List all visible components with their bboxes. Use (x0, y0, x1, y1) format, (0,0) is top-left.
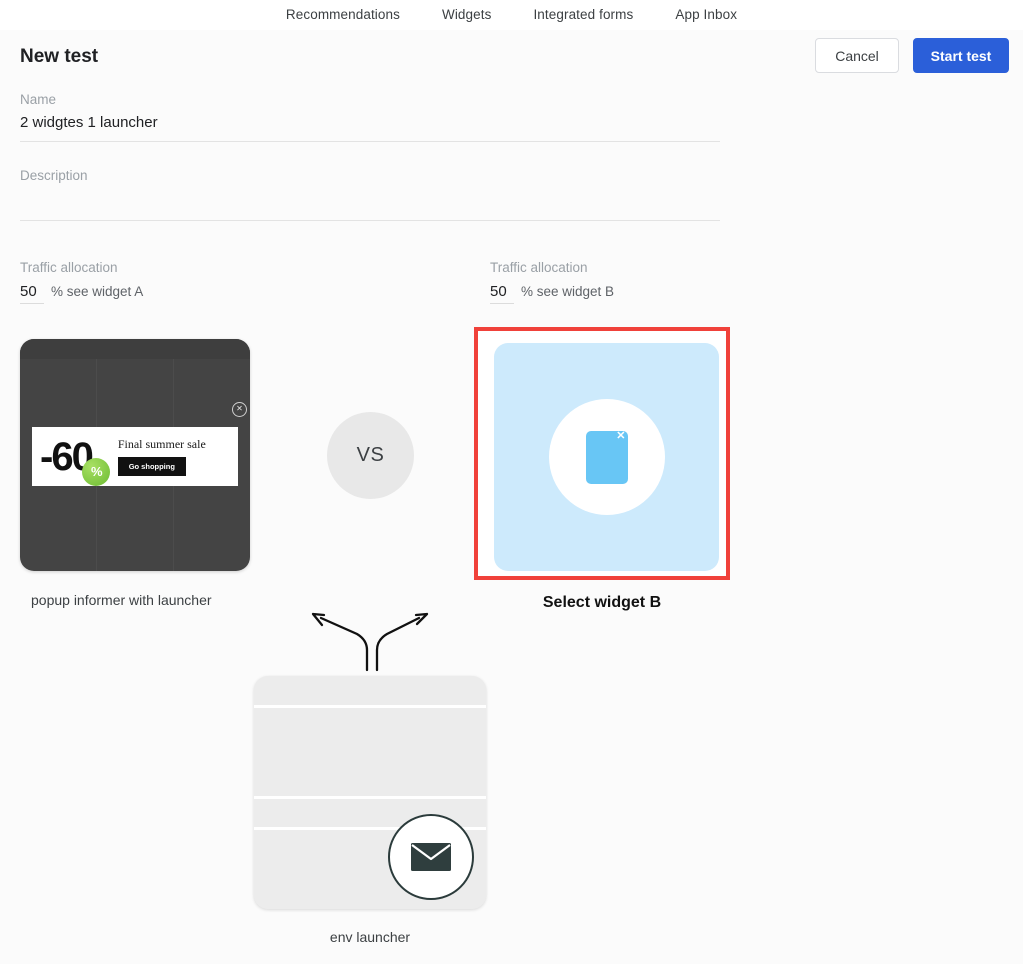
name-field-block: Name 2 widgtes 1 launcher (20, 92, 720, 142)
page-title: New test (20, 46, 99, 67)
traffic-allocation-row: Traffic allocation 50 % see widget A Tra… (20, 260, 1000, 304)
variant-b-selector[interactable]: ✕ (474, 327, 730, 580)
name-label: Name (20, 92, 57, 107)
nav-integrated-forms[interactable]: Integrated forms (533, 0, 633, 30)
traffic-b-label: Traffic allocation (490, 260, 588, 275)
vs-badge: VS (327, 412, 414, 499)
variant-a-sale-text: Final summer sale (117, 437, 206, 451)
variant-a-caption: popup informer with launcher (31, 592, 212, 608)
launcher-caption: env launcher (329, 929, 411, 945)
variant-b-caption: Select widget B (542, 594, 662, 611)
launcher-preview[interactable] (254, 676, 486, 909)
traffic-a-label: Traffic allocation (20, 260, 118, 275)
traffic-allocation-b: Traffic allocation 50 % see widget B (490, 260, 960, 304)
name-input-value: 2 widgtes 1 launcher (20, 114, 158, 131)
traffic-allocation-a: Traffic allocation 50 % see widget A (20, 260, 490, 304)
variant-a-preview[interactable]: ✕ -60% Final summer sale Go shopping (20, 339, 250, 571)
variant-b-placeholder: ✕ (494, 343, 719, 571)
launcher-row-top (254, 676, 486, 708)
description-field-block: Description (20, 168, 720, 221)
header-actions: Cancel Start test (815, 38, 1009, 73)
percent-badge: % (81, 457, 110, 486)
variant-a-discount: -60% (40, 437, 110, 486)
variant-a-banner-text: Final summer sale Go shopping (117, 437, 206, 476)
envelope-icon[interactable] (388, 814, 474, 900)
branch-arrows-icon (295, 612, 445, 677)
traffic-b-suffix: % see widget B (521, 284, 615, 299)
launcher-tile (254, 830, 326, 909)
top-navigation: Recommendations Widgets Integrated forms… (0, 0, 1023, 30)
name-input[interactable]: 2 widgtes 1 launcher (20, 114, 720, 142)
traffic-a-input-row: 50 % see widget A (20, 283, 490, 304)
widget-placeholder-icon: ✕ (585, 429, 628, 484)
nav-widgets[interactable]: Widgets (442, 0, 491, 30)
close-icon: ✕ (616, 429, 626, 442)
test-form: Name 2 widgtes 1 launcher Description (20, 92, 720, 247)
description-input-value (20, 190, 720, 220)
close-circle-icon[interactable]: ✕ (232, 402, 247, 417)
variant-a-topbar (20, 339, 250, 359)
variant-b-circle: ✕ (548, 399, 665, 515)
page-header: New test Cancel Start test (0, 30, 1023, 90)
nav-app-inbox[interactable]: App Inbox (675, 0, 737, 30)
go-shopping-button[interactable]: Go shopping (117, 457, 186, 476)
description-input[interactable] (20, 190, 720, 221)
nav-recommendations[interactable]: Recommendations (286, 0, 400, 30)
variant-a-banner: -60% Final summer sale Go shopping (32, 427, 238, 486)
traffic-a-suffix: % see widget A (51, 284, 144, 299)
traffic-b-input[interactable]: 50 (490, 283, 514, 304)
traffic-b-input-row: 50 % see widget B (490, 283, 960, 304)
cancel-button[interactable]: Cancel (815, 38, 899, 73)
launcher-row-mid (254, 708, 486, 799)
description-label: Description (20, 168, 88, 183)
start-test-button[interactable]: Start test (913, 38, 1009, 73)
traffic-a-input[interactable]: 50 (20, 283, 44, 304)
